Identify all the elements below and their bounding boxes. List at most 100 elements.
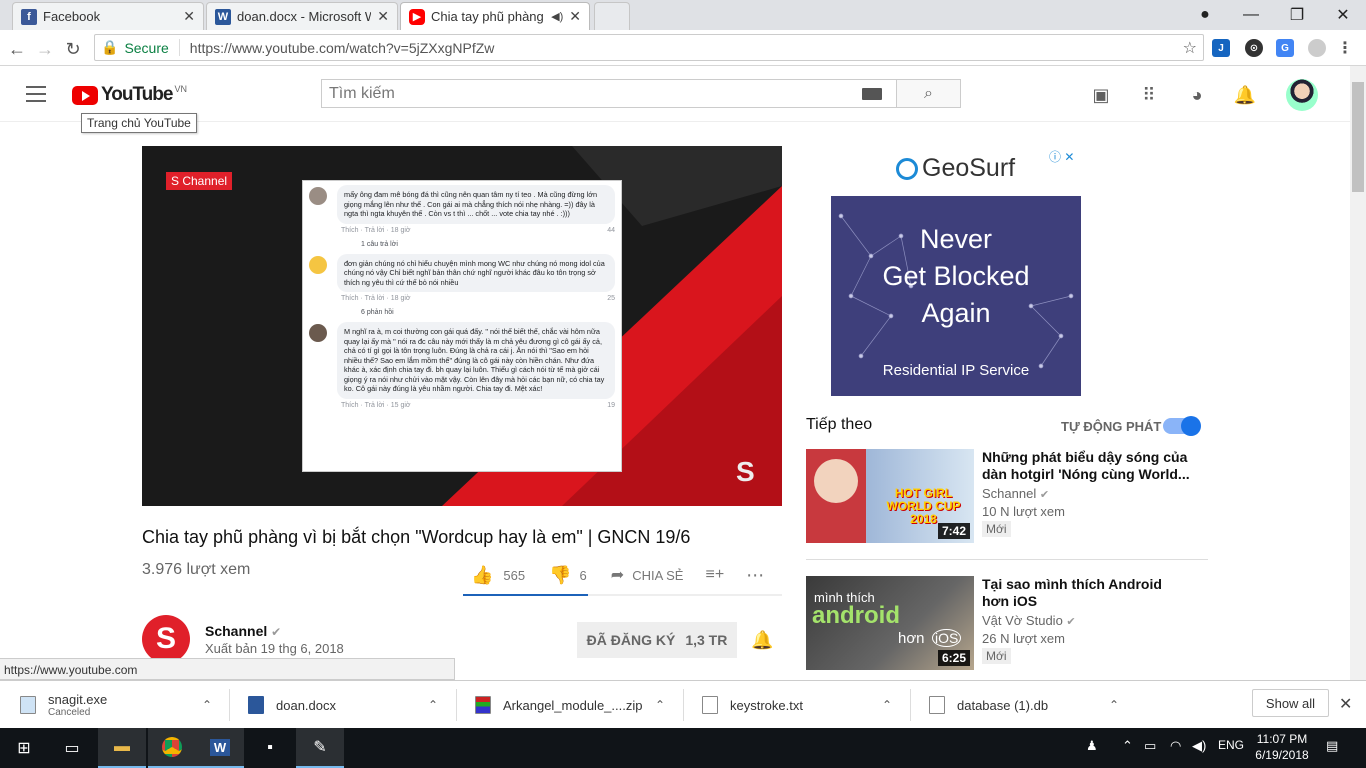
star-icon[interactable]: ☆ — [1183, 38, 1197, 58]
notification-bell-icon[interactable]: 🔔 — [751, 630, 773, 651]
notifications-bell-icon[interactable]: 🔔 — [1234, 84, 1256, 106]
task-view-icon[interactable]: ▭ — [48, 728, 96, 768]
close-tab-icon[interactable]: ✕ — [569, 8, 581, 25]
facebook-icon: f — [21, 8, 37, 25]
close-tab-icon[interactable]: ✕ — [377, 8, 389, 25]
word-app-icon[interactable]: W — [196, 728, 244, 768]
share-icon[interactable]: ➦ — [611, 565, 624, 585]
add-to-playlist-icon[interactable]: ≡+ — [705, 566, 724, 584]
translate-icon[interactable]: G — [1276, 39, 1294, 57]
youtube-logo[interactable]: YouTube VN — [72, 84, 187, 106]
new-tab-button[interactable] — [594, 2, 630, 30]
avatar[interactable] — [1286, 79, 1318, 111]
geosurf-logo-icon — [896, 157, 918, 180]
menu-dots-icon[interactable]: ⋮ — [1336, 39, 1354, 57]
extension-circle-icon[interactable]: ⊙ — [1245, 39, 1263, 57]
video-thumbnail[interactable]: mình thích android hơn iOS 6:25 — [806, 576, 974, 670]
video-thumbnail[interactable]: HOT GIRL WORLD CUP 2018 7:42 — [806, 449, 974, 543]
chevron-up-icon[interactable]: ⌃ — [655, 698, 665, 712]
like-ratio-bar-bg — [588, 594, 782, 596]
subscribed-button[interactable]: ĐÃ ĐĂNG KÝ 1,3 TR — [577, 622, 737, 658]
apps-grid-icon[interactable]: ⠿ — [1138, 84, 1160, 106]
channel-avatar[interactable]: S — [142, 615, 190, 663]
search-input[interactable]: Tìm kiếm — [321, 79, 897, 108]
search-button[interactable]: ⌕ — [896, 79, 961, 108]
messages-icon[interactable]: ◕ — [1186, 84, 1208, 106]
minimize-button[interactable]: — — [1228, 2, 1274, 28]
upload-video-icon[interactable]: ▣ — [1090, 84, 1112, 106]
dislike-icon[interactable]: 👎 — [549, 565, 571, 586]
keyboard-icon[interactable] — [862, 88, 882, 100]
video-title[interactable]: Tại sao mình thích Android hơn iOS — [982, 576, 1192, 610]
publish-date: Xuất bản 19 thg 6, 2018 — [205, 641, 344, 656]
scrollbar-thumb[interactable] — [1352, 82, 1364, 192]
battery-icon[interactable]: ▭ — [1144, 738, 1156, 754]
language-indicator[interactable]: ENG — [1218, 738, 1244, 752]
ad-creative[interactable]: Never Get Blocked Again Residential IP S… — [831, 196, 1081, 396]
like-icon[interactable]: 👍 — [471, 565, 493, 586]
share-button[interactable]: CHIA SẺ — [632, 568, 683, 583]
profile-icon[interactable]: ● — [1182, 2, 1228, 28]
comment-replies: 6 phản hồi — [361, 309, 394, 316]
download-item[interactable]: doan.docx ⌃ — [248, 681, 448, 729]
chevron-up-icon[interactable]: ⌃ — [428, 698, 438, 712]
video-player[interactable]: S Channel mấy ông đam mê bóng đá thì cũn… — [142, 146, 782, 506]
tab-title: doan.docx - Microsoft Wo — [237, 9, 372, 24]
thumbnail-text: iOS — [932, 629, 962, 647]
download-item[interactable]: database (1).db ⌃ — [929, 681, 1129, 729]
volume-icon[interactable]: ◀) — [1192, 738, 1206, 754]
extension-j-icon[interactable]: J — [1212, 39, 1230, 57]
like-count[interactable]: 565 — [503, 568, 525, 583]
verified-icon: ✔ — [1039, 489, 1050, 501]
back-icon[interactable]: ← — [6, 38, 28, 60]
url-text[interactable]: https://www.youtube.com/watch?v=5jZXxgNP… — [190, 40, 495, 56]
address-bar[interactable]: 🔒 Secure https://www.youtube.com/watch?v… — [94, 34, 1204, 61]
close-downloads-icon[interactable]: ✕ — [1339, 694, 1352, 714]
download-item[interactable]: snagit.exe Canceled ⌃ — [20, 681, 220, 729]
recommended-video[interactable]: HOT GIRL WORLD CUP 2018 7:42 Những phát … — [806, 449, 1208, 544]
reload-icon[interactable]: ↻ — [62, 38, 84, 60]
tab-facebook[interactable]: f Facebook ✕ — [12, 2, 204, 30]
secure-indicator[interactable]: 🔒 Secure — [101, 39, 180, 56]
exe-file-icon — [20, 696, 36, 714]
ad-choices-icon[interactable]: ⓘ ✕ — [1049, 148, 1074, 165]
ad-brand[interactable]: GeoSurf — [896, 154, 1015, 183]
recommended-video[interactable]: mình thích android hơn iOS 6:25 Tại sao … — [806, 576, 1208, 671]
dislike-count[interactable]: 6 — [580, 568, 587, 583]
system-clock[interactable]: 11:07 PM 6/19/2018 — [1252, 731, 1312, 763]
download-item[interactable]: keystroke.txt ⌃ — [702, 681, 902, 729]
autoplay-toggle[interactable] — [1163, 416, 1201, 436]
speaker-icon[interactable]: ◀) — [551, 10, 563, 23]
video-duration: 6:25 — [937, 650, 970, 666]
commenter-avatar — [309, 324, 327, 342]
action-center-icon[interactable]: ▤ — [1326, 738, 1338, 754]
snagit-icon[interactable]: ✎ — [296, 728, 344, 768]
windows-start-icon[interactable]: ⊞ — [0, 728, 48, 768]
close-tab-icon[interactable]: ✕ — [183, 8, 195, 25]
forward-icon[interactable]: → — [34, 38, 56, 60]
close-window-button[interactable]: ✕ — [1320, 2, 1366, 28]
up-next-heading: Tiếp theo — [806, 416, 873, 433]
maximize-button[interactable]: ❐ — [1274, 2, 1320, 28]
chevron-up-icon[interactable]: ⌃ — [882, 698, 892, 712]
word-icon: W — [215, 8, 231, 25]
tab-word[interactable]: W doan.docx - Microsoft Wo ✕ — [206, 2, 398, 30]
video-title[interactable]: Những phát biểu dậy sóng của dàn hotgirl… — [982, 449, 1192, 483]
download-filename: Arkangel_module_....zip — [503, 697, 643, 713]
file-explorer-icon[interactable]: ▬ — [98, 728, 146, 768]
channel-name[interactable]: Schannel ✔ — [205, 623, 281, 639]
chevron-up-icon[interactable]: ⌃ — [202, 698, 212, 712]
download-item[interactable]: Arkangel_module_....zip ⌃ — [475, 681, 675, 729]
new-badge: Mới — [982, 648, 1011, 664]
show-hidden-icons[interactable]: ⌃ — [1122, 738, 1133, 754]
people-icon[interactable]: ♟ — [1086, 738, 1098, 754]
hamburger-menu-icon[interactable] — [26, 86, 46, 102]
show-all-downloads-button[interactable]: Show all — [1252, 689, 1329, 717]
extension-gray-icon[interactable] — [1308, 39, 1326, 57]
terminal-icon[interactable]: ▪ — [246, 728, 294, 768]
chrome-icon[interactable] — [148, 728, 196, 768]
chevron-up-icon[interactable]: ⌃ — [1109, 698, 1119, 712]
more-actions-icon[interactable]: ⋯ — [746, 565, 764, 586]
tab-youtube[interactable]: ▶ Chia tay phũ phàng vì ◀) ✕ — [400, 2, 590, 30]
wifi-icon[interactable]: ◠ — [1170, 738, 1181, 754]
